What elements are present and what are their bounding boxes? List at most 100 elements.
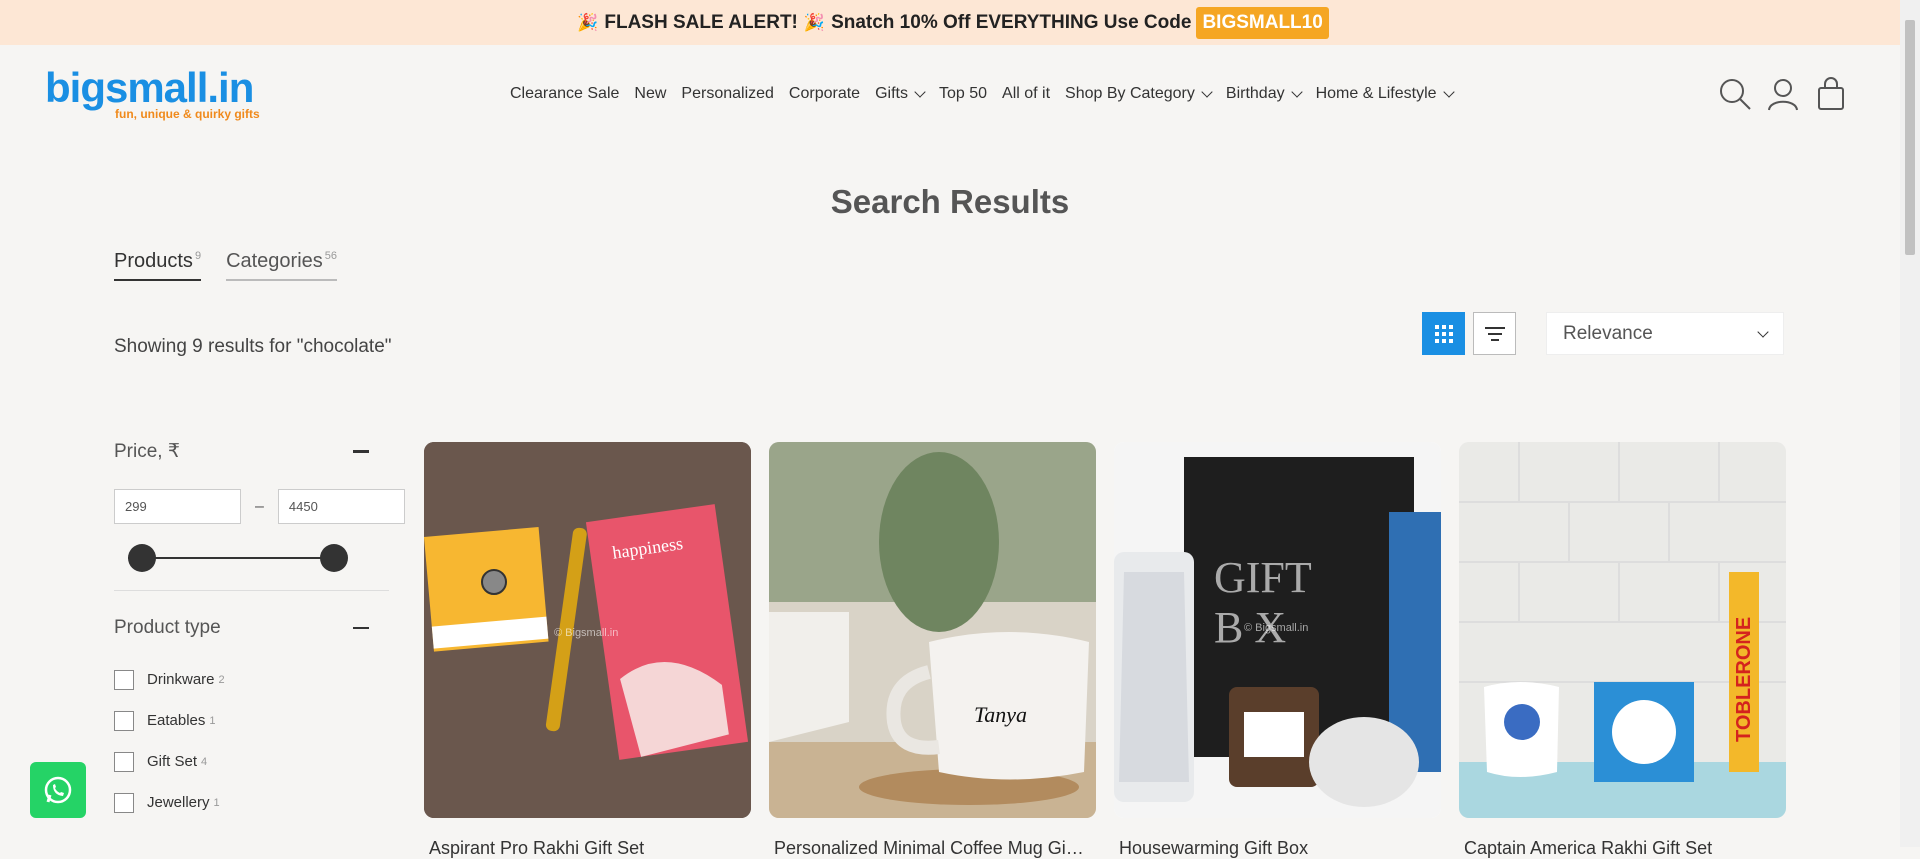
chevron-down-icon [1201,86,1213,98]
nav-item-label: Birthday [1225,85,1285,102]
sort-select[interactable]: Relevance [1546,312,1784,355]
nav-item[interactable]: Home & Lifestyle [1315,85,1455,103]
party-popper-icon: 🎉 [577,12,599,32]
slider-min-handle[interactable] [128,544,156,572]
product-type-option[interactable]: Eatables 1 [114,700,389,741]
page-title: Search Results [830,183,1070,220]
nav-item[interactable]: New [634,85,666,103]
coffee-mug-image: Tanya [769,442,1096,818]
option-label: Gift Set [147,753,198,770]
product-type-option[interactable]: Jewellery 1 [114,782,389,823]
nav-item[interactable]: Personalized [681,85,774,103]
range-dash: – [255,497,264,515]
checkbox[interactable] [114,710,134,731]
price-filter-label: Price, ₹ [114,441,180,462]
tab-label: Categories [226,250,323,272]
chevron-down-icon [914,86,926,98]
whatsapp-button[interactable] [30,762,86,818]
logo-text: bigsmall.in [45,64,254,111]
grid-view-button[interactable] [1422,312,1465,355]
nav-item[interactable]: Clearance Sale [510,85,619,103]
option-label: Drinkware [147,671,215,688]
watermark: © Bigsmall.in [554,627,619,639]
discount-code: BIGSMALL10 [1196,6,1329,39]
nav-item[interactable]: Birthday [1225,85,1303,103]
product-type-filter-header[interactable]: Product type [114,617,389,639]
tab-categories[interactable]: Categories 56 [226,250,338,281]
option-count: 1 [209,714,216,727]
option-label: Eatables [147,712,206,729]
product-title[interactable]: Captain America Rakhi Gift Set [1459,838,1774,859]
watermark: © Bigsmall.in [1244,622,1309,634]
option-count: 2 [218,673,225,686]
nav-item[interactable]: Corporate [789,85,860,103]
price-max-input[interactable] [277,489,405,524]
chevron-down-icon [1442,86,1455,98]
sort-selected-value: Relevance [1563,322,1653,344]
product-type-options: Drinkware 2 Eatables 1 Gift Set 4 Jewellery 1 [114,659,389,823]
nav-item[interactable]: Gifts [875,85,926,103]
collapse-icon[interactable] [353,450,369,453]
product-title[interactable]: Aspirant Pro Rakhi Gift Set [424,838,739,859]
product-card[interactable]: GIFT B X © Bigsmall.in Housewarming Gift… [1114,442,1441,859]
product-card[interactable]: Tanya Personalized Minimal Coffee Mug Gi… [769,442,1096,859]
price-inputs: – [114,489,405,524]
nav-item[interactable]: Top 50 [939,85,987,103]
scrollbar[interactable] [1900,0,1920,847]
product-type-label: Product type [114,617,221,638]
checkbox[interactable] [114,669,134,690]
filters-sidebar: Price, ₹ – Product type Drinkware2Eatabl… [114,440,405,823]
announcement-bar: 🎉 FLASH SALE ALERT! 🎉 Snatch 10% Off EVE… [0,0,1900,45]
product-image[interactable]: Tanya [769,442,1096,818]
product-image[interactable]: TOBLERONE [1459,442,1786,818]
nav-item-label: Home & Lifestyle [1315,85,1437,102]
slider-max-handle[interactable] [320,544,348,572]
price-range-slider [114,544,354,572]
logo-tagline: fun, unique & quirky gifts [115,107,260,121]
announcement-text-1: FLASH SALE ALERT! [604,11,798,33]
results-summary: Showing 9 results for "chocolate" [114,336,392,357]
site-header: bigsmall.in fun, unique & quirky gifts C… [0,45,1900,145]
chevron-down-icon [1290,86,1303,98]
product-title[interactable]: Personalized Minimal Coffee Mug Gift Set [769,838,1084,859]
result-tabs: Products 9 Categories 56 [114,250,338,281]
nav-item-label: Shop By Category [1065,85,1195,102]
option-count: 1 [213,796,220,809]
product-grid: happiness © Bigsmall.in Aspirant Pro Rak… [424,442,1786,859]
tab-products[interactable]: Products 9 [114,250,202,281]
product-type-option[interactable]: Gift Set 4 [114,741,389,782]
scrollbar-thumb[interactable] [1905,20,1915,255]
chevron-down-icon [1757,325,1769,338]
divider [114,590,389,591]
checkbox[interactable] [114,792,134,813]
cart-icon[interactable] [1814,77,1848,111]
search-icon[interactable] [1718,77,1752,111]
logo[interactable]: bigsmall.in fun, unique & quirky gifts [45,64,260,122]
product-card[interactable]: TOBLERONE Captain America Rakhi Gift Set [1459,442,1786,859]
mug-name-text: Tanya [974,702,1027,727]
tab-label: Products [114,250,193,272]
nav-item[interactable]: All of it [1002,85,1050,103]
collapse-icon[interactable] [353,626,369,630]
account-icon[interactable] [1766,77,1800,111]
price-filter-header[interactable]: Price, ₹ [114,440,389,463]
option-label: Jewellery [147,794,210,811]
price-min-input[interactable] [114,489,241,524]
checkbox[interactable] [114,751,134,772]
nav-item-label: Clearance Sale [510,85,620,102]
nav-item-label: Top 50 [938,85,988,102]
nav-item-label: New [634,85,667,102]
list-icon [1484,326,1505,341]
product-card[interactable]: happiness © Bigsmall.in Aspirant Pro Rak… [424,442,751,859]
product-image[interactable]: happiness © Bigsmall.in [424,442,751,818]
nav-item[interactable]: Shop By Category [1065,85,1213,103]
main-nav: Clearance Sale New Personalized Corporate Gi… [510,85,1468,103]
nav-item-label: Personalized [681,85,774,102]
product-type-option[interactable]: Drinkware 2 [114,659,389,700]
tab-count: 9 [194,250,202,263]
product-image[interactable]: GIFT B X © Bigsmall.in [1114,442,1441,818]
list-view-button[interactable] [1473,312,1516,355]
nav-item-label: Gifts [875,85,908,102]
announcement-text-2: Snatch 10% Off EVERYTHING Use Code [831,11,1192,33]
product-title[interactable]: Housewarming Gift Box [1114,838,1429,859]
